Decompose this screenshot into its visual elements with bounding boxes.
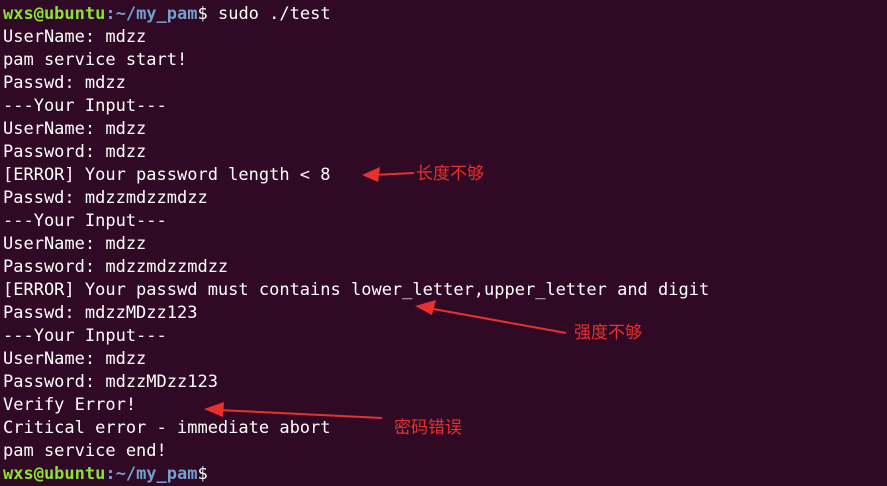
error-line-strength: [ERROR] Your passwd must contains lower_…	[3, 280, 710, 300]
output-line: Password: mdzz	[3, 142, 147, 162]
arrowhead-password-icon	[204, 402, 224, 417]
output-line: Passwd: mdzzMDzz123	[3, 303, 198, 323]
arrow-length-icon	[371, 172, 415, 176]
annotation-length: 长度不够	[416, 164, 484, 184]
output-line: ---Your Input---	[3, 326, 167, 346]
prompt-path: :~/my_pam	[105, 464, 198, 484]
annotation-password: 密码错误	[394, 418, 462, 438]
output-line: pam service end!	[3, 441, 167, 461]
error-line-length: [ERROR] Your password length < 8	[3, 165, 331, 185]
arrowhead-length-icon	[362, 167, 380, 182]
output-line: ---Your Input---	[3, 211, 167, 231]
prompt-symbol: $	[197, 464, 208, 484]
annotation-strength: 强度不够	[574, 323, 642, 343]
output-line: Passwd: mdzz	[3, 73, 126, 93]
arrow-strength-icon	[427, 307, 567, 334]
output-line: Critical error - immediate abort	[3, 418, 331, 438]
arrowhead-strength-icon	[415, 300, 436, 315]
output-line: ---Your Input---	[3, 96, 167, 116]
prompt-user-host: wxs@ubuntu	[3, 4, 106, 24]
prompt-symbol: $	[197, 4, 208, 24]
command-line: wxs@ubuntu:~/my_pam$ sudo ./test	[3, 3, 331, 26]
output-line: Password: mdzzMDzz123	[3, 372, 218, 392]
output-line: UserName: mdzz	[3, 27, 147, 47]
output-line: UserName: mdzz	[3, 349, 147, 369]
terminal-window[interactable]: wxs@ubuntu:~/my_pam$ sudo ./test UserNam…	[0, 0, 887, 485]
prompt-user-host: wxs@ubuntu	[3, 464, 106, 484]
command-text: sudo ./test	[207, 4, 331, 24]
prompt-path: :~/my_pam	[105, 4, 198, 24]
output-line: Password: mdzzmdzzmdzz	[3, 257, 229, 277]
verify-error-line: Verify Error!	[3, 395, 137, 415]
final-prompt-line[interactable]: wxs@ubuntu:~/my_pam$	[3, 463, 208, 486]
output-line: UserName: mdzz	[3, 234, 147, 254]
output-line: UserName: mdzz	[3, 119, 147, 139]
output-line: Passwd: mdzzmdzzmdzz	[3, 188, 208, 208]
output-line: pam service start!	[3, 50, 188, 70]
